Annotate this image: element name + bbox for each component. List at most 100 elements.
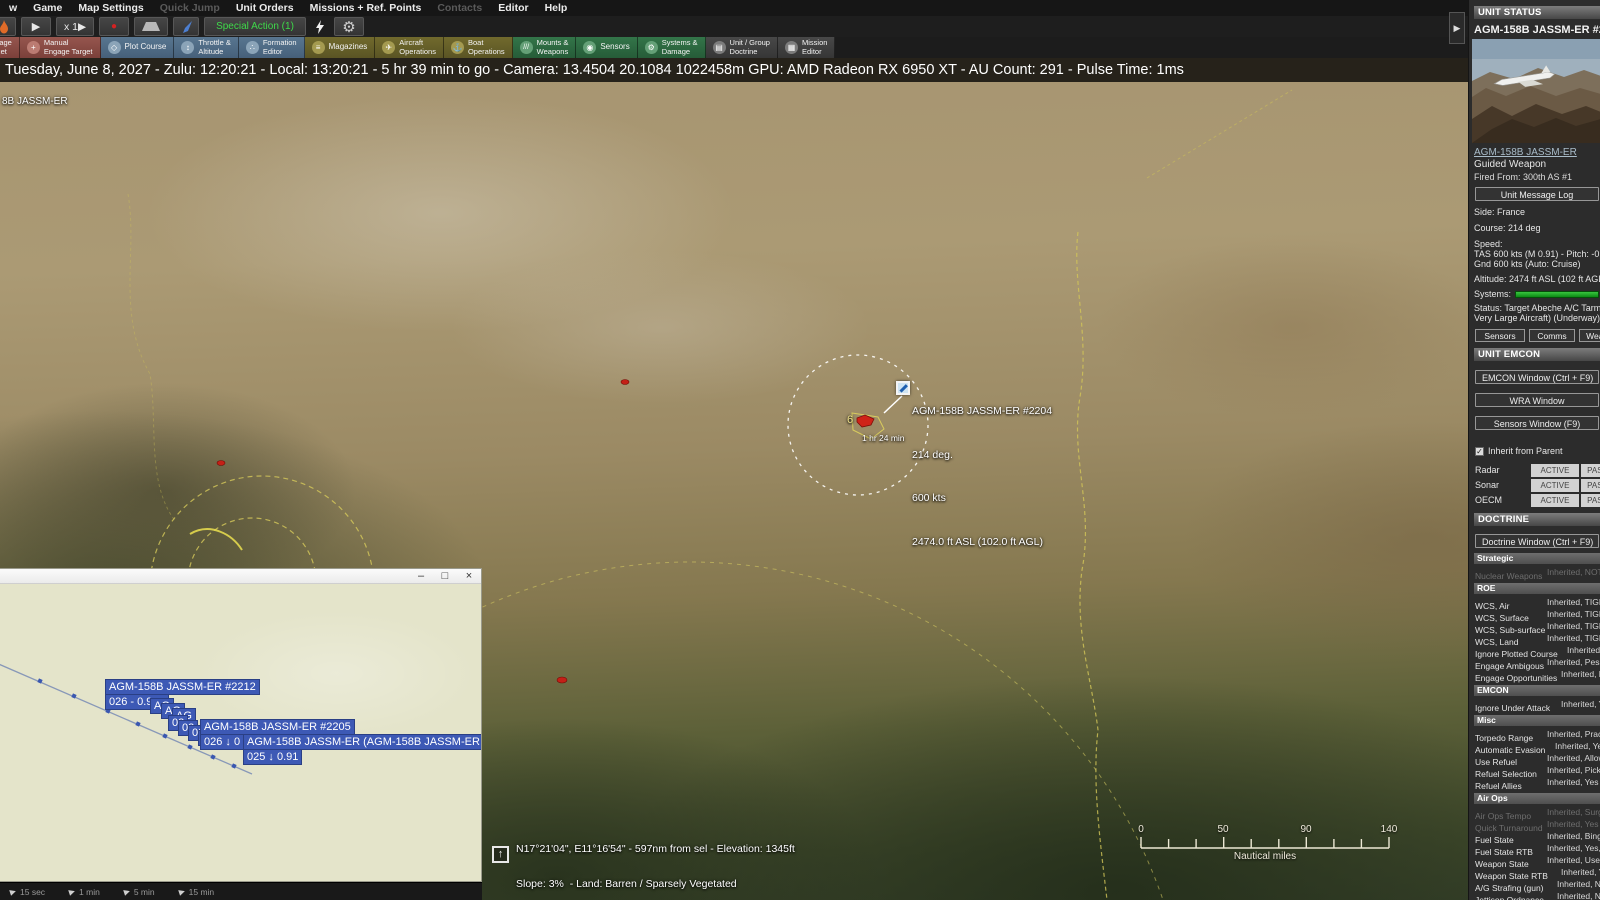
- radar-active-cell[interactable]: ACTIVE: [1531, 464, 1579, 477]
- jump-to-button[interactable]: [173, 17, 199, 36]
- step-label: 5 min: [134, 887, 155, 897]
- menu-item-game[interactable]: Game: [25, 2, 70, 14]
- toolbar-button-mission-editor[interactable]: ▦ MissionEditor: [778, 37, 835, 58]
- toolbar-button-unit-group-doctrine[interactable]: ▤ Unit / GroupDoctrine: [706, 37, 778, 58]
- doctrine-row-value[interactable]: Inherited, Allow: [1547, 752, 1600, 764]
- emcon-window-button[interactable]: EMCON Window (Ctrl + F9): [1475, 370, 1599, 384]
- toolbar-button-engage-target[interactable]: ◎ EngageTarget: [0, 37, 20, 58]
- popup-unit-datablock[interactable]: 025 ↓ 0.91: [243, 749, 302, 765]
- target-contact-icon[interactable]: [857, 415, 874, 427]
- popup-unit-label[interactable]: AGM-158B JASSM-ER #2205: [200, 719, 355, 735]
- close-icon[interactable]: ×: [457, 569, 481, 584]
- lightning-button[interactable]: [311, 17, 329, 36]
- toolbar-button-boat-operations[interactable]: ⚓ BoatOperations: [444, 37, 513, 58]
- unit-database-link[interactable]: AGM-158B JASSM-ER: [1474, 147, 1600, 158]
- inherit-checkbox[interactable]: ✓: [1475, 447, 1484, 456]
- doctrine-row-value[interactable]: Inherited, No: [1557, 878, 1600, 890]
- popup-map-body[interactable]: AGM-158B JASSM-ER #2212 026 - 0.9 AG AG …: [0, 584, 481, 882]
- toolbar-button-sensors[interactable]: ◉ Sensors: [576, 37, 637, 58]
- doctrine-row-value[interactable]: Inherited, Yes: [1555, 740, 1600, 752]
- sidebar-collapse-button[interactable]: ▶: [1449, 12, 1465, 44]
- contact-marker[interactable]: [621, 380, 629, 385]
- radar-passive-cell[interactable]: PASSIVE: [1581, 464, 1600, 477]
- popup-unit-label[interactable]: AGM-158B JASSM-ER (AGM-158B JASSM-ER: [243, 734, 482, 750]
- doctrine-row-value[interactable]: Inherited, TIGH: [1547, 608, 1600, 620]
- flame-button[interactable]: [0, 17, 16, 36]
- menu-item-unit-orders[interactable]: Unit Orders: [228, 2, 302, 14]
- play-button[interactable]: ▶: [21, 17, 51, 36]
- selected-unit-icon[interactable]: [896, 381, 910, 395]
- menu-item-editor[interactable]: Editor: [490, 2, 536, 14]
- scale-tick-label: 90: [1300, 824, 1311, 835]
- menu-item-partial[interactable]: w: [1, 2, 25, 14]
- sensors-button[interactable]: Sensors: [1475, 329, 1525, 342]
- unit-status-header: UNIT STATUS: [1474, 6, 1600, 19]
- doctrine-row-value[interactable]: Inherited, Yes: [1547, 818, 1599, 830]
- popup-unit-datablock[interactable]: 026 ↓ 0: [200, 734, 248, 750]
- sensors-window-button[interactable]: Sensors Window (F9): [1475, 416, 1599, 430]
- inherit-label: Inherit from Parent: [1488, 446, 1563, 456]
- doctrine-row-value[interactable]: Inherited, No: [1557, 890, 1600, 900]
- wra-window-button[interactable]: WRA Window: [1475, 393, 1599, 407]
- special-action-button[interactable]: Special Action (1): [204, 17, 306, 36]
- maximize-icon[interactable]: □: [433, 569, 457, 584]
- unit-message-log-button[interactable]: Unit Message Log: [1475, 187, 1599, 201]
- unit-title: AGM-158B JASSM-ER #2204: [1474, 24, 1600, 36]
- doctrine-row-value[interactable]: Inherited, Surg: [1547, 806, 1600, 818]
- comms-button[interactable]: Comms: [1529, 329, 1575, 342]
- doctrine-section-emcon: EMCON: [1474, 685, 1600, 696]
- doctrine-row-value[interactable]: Inherited, Yes: [1547, 776, 1599, 788]
- doctrine-window-button[interactable]: Doctrine Window (Ctrl + F9): [1475, 534, 1599, 548]
- speed-button[interactable]: x 1▶: [56, 17, 94, 36]
- menu-item-missions-ref-points[interactable]: Missions + Ref. Points: [302, 2, 430, 14]
- doctrine-row-value[interactable]: Inherited, No: [1567, 644, 1600, 656]
- doctrine-row-value[interactable]: Inherited, Use: [1547, 854, 1600, 866]
- doctrine-row-value[interactable]: Inherited, TIGH: [1547, 620, 1600, 632]
- menu-item-map-settings[interactable]: Map Settings: [70, 2, 151, 14]
- time-step-15sec[interactable]: 15 sec: [10, 887, 45, 897]
- toolbar-button-magazines[interactable]: ≡ Magazines: [305, 37, 376, 58]
- fired-from-label: Fired From: 300th AS #1: [1474, 172, 1600, 182]
- doctrine-header: DOCTRINE: [1474, 513, 1600, 526]
- toolbar-button-throttle-altitude[interactable]: ↕ Throttle &Altitude: [174, 37, 239, 58]
- speed-label: x 1▶: [64, 21, 86, 33]
- doctrine-row-value[interactable]: Inherited, Yes,: [1547, 842, 1600, 854]
- oecm-passive-cell[interactable]: PASSIVE: [1581, 494, 1600, 507]
- time-step-15min[interactable]: 15 min: [179, 887, 215, 897]
- time-step-5min[interactable]: 5 min: [124, 887, 155, 897]
- doctrine-row-value[interactable]: Inherited, Pick: [1547, 764, 1600, 776]
- toolbar-button-manual-engage-target[interactable]: + ManualEngage Target: [20, 37, 101, 58]
- toolbar-button-formation-editor[interactable]: ∴ FormationEditor: [239, 37, 305, 58]
- contact-marker[interactable]: [217, 461, 225, 466]
- time-step-1min[interactable]: 1 min: [69, 887, 100, 897]
- settings-button[interactable]: ⚙: [334, 17, 364, 36]
- north-arrow-button[interactable]: ↑: [492, 846, 509, 863]
- doctrine-row-value[interactable]: Inherited, NOT: [1547, 566, 1600, 578]
- record-button[interactable]: ●: [99, 17, 129, 36]
- sensor-range-circle: [788, 355, 928, 495]
- doctrine-row-value[interactable]: Inherited, Bing: [1547, 830, 1600, 842]
- minimize-icon[interactable]: –: [409, 569, 433, 584]
- menu-item-help[interactable]: Help: [537, 2, 576, 14]
- doctrine-row-value[interactable]: Inherited, Pess: [1547, 656, 1600, 668]
- doctrine-row-value[interactable]: Inherited, Yes: [1561, 698, 1600, 710]
- doctrine-row-value[interactable]: Inherited, No (: [1561, 668, 1600, 680]
- weapons-button[interactable]: Weapons: [1579, 329, 1600, 342]
- doctrine-row-value[interactable]: Inherited, TIGH: [1547, 632, 1600, 644]
- sonar-passive-cell[interactable]: PASSIVE: [1581, 479, 1600, 492]
- toolbar-button-mounts-weapons[interactable]: /// Mounts &Weapons: [513, 37, 577, 58]
- popup-unit-label[interactable]: AGM-158B JASSM-ER #2212: [105, 679, 260, 695]
- toolbar-button-systems-damage[interactable]: ⚙ Systems &Damage: [638, 37, 706, 58]
- sonar-active-cell[interactable]: ACTIVE: [1531, 479, 1579, 492]
- toolbar-button-aircraft-operations[interactable]: ✈ AircraftOperations: [375, 37, 444, 58]
- doctrine-row-value[interactable]: Inherited, TIGH: [1547, 596, 1600, 608]
- contact-marker[interactable]: [557, 677, 567, 683]
- emcon-row-radar: Radar ACTIVE PASSIVE: [1475, 464, 1600, 477]
- popup-title-bar[interactable]: – □ ×: [0, 569, 481, 584]
- emcon-row-label: OECM: [1475, 494, 1529, 507]
- view-mode-button[interactable]: [134, 17, 168, 36]
- doctrine-row-value[interactable]: Inherited, Prac: [1547, 728, 1600, 740]
- doctrine-row-value[interactable]: Inherited, Yes,: [1561, 866, 1600, 878]
- toolbar-button-plot-course[interactable]: ◇ Plot Course: [101, 37, 175, 58]
- oecm-active-cell[interactable]: ACTIVE: [1531, 494, 1579, 507]
